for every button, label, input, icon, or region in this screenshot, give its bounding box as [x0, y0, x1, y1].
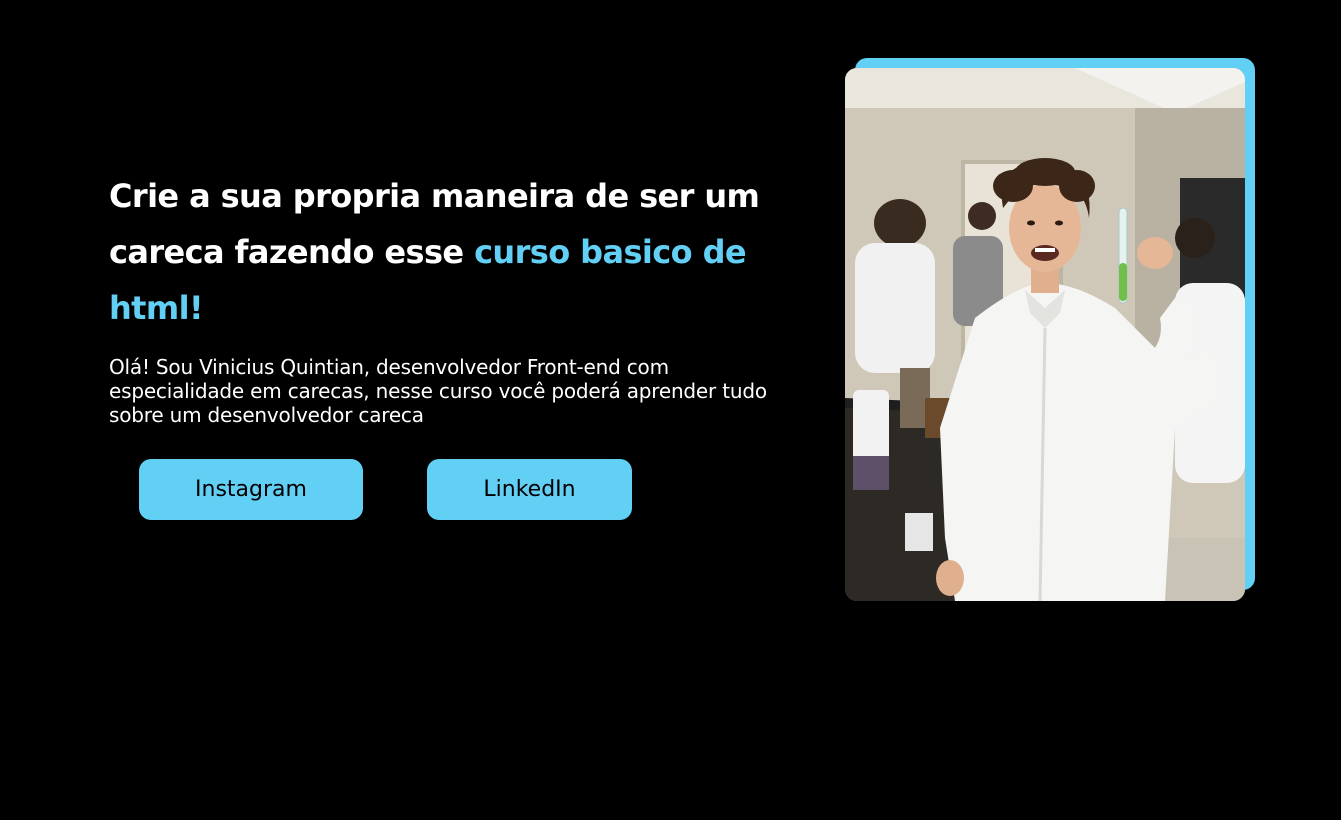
instagram-button[interactable]: Instagram	[139, 459, 363, 520]
lab-photo-illustration	[845, 68, 1245, 601]
linkedin-button[interactable]: LinkedIn	[427, 459, 632, 520]
profile-photo	[845, 68, 1245, 601]
page: Crie a sua propria maneira de ser um car…	[0, 0, 1341, 820]
hero-headline: Crie a sua propria maneira de ser um car…	[109, 168, 789, 336]
hero-intro-paragraph: Olá! Sou Vinicius Quintian, desenvolvedo…	[109, 355, 767, 427]
hero-section: Crie a sua propria maneira de ser um car…	[109, 168, 789, 427]
